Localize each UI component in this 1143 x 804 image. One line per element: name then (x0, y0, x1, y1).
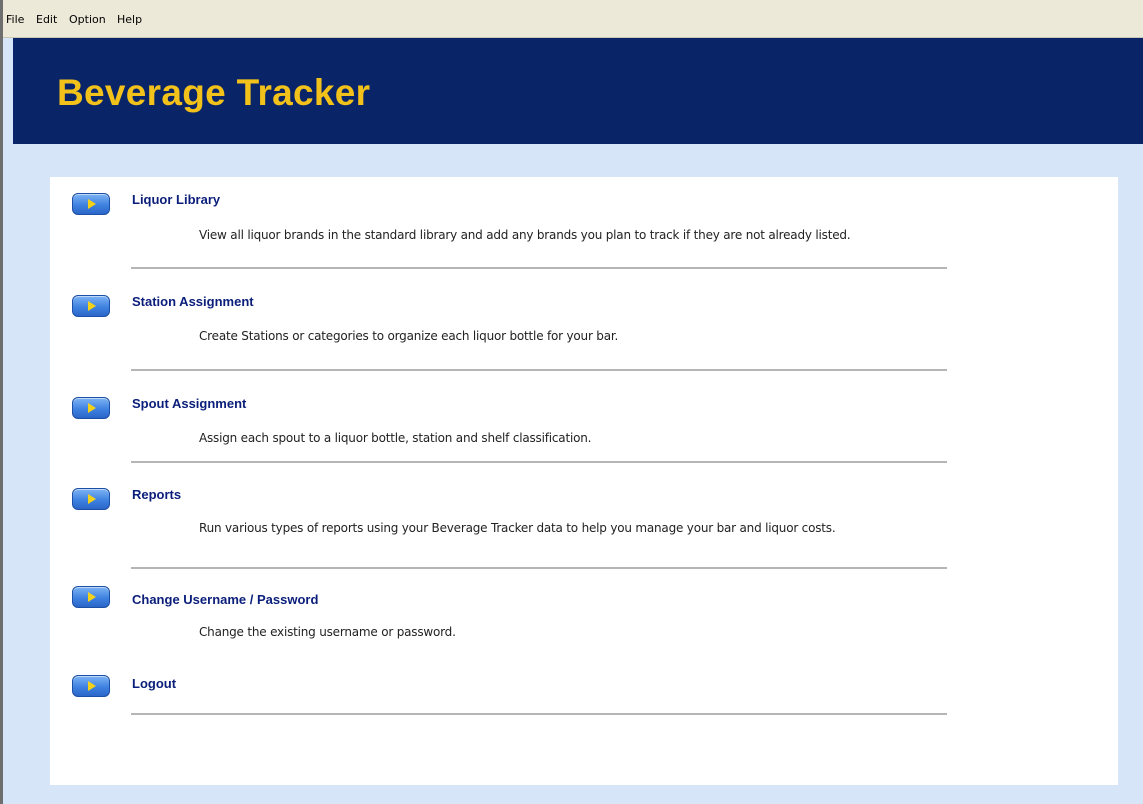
logout-button[interactable] (72, 675, 110, 697)
station-assignment-description: Create Stations or categories to organiz… (199, 329, 619, 343)
spout-assignment-description: Assign each spout to a liquor bottle, st… (199, 431, 592, 445)
logout-link[interactable]: Logout (132, 676, 176, 691)
station-assignment-button[interactable] (72, 295, 110, 317)
menu-help[interactable]: Help (117, 13, 142, 26)
menu-bar: File Edit Option Help (3, 0, 1143, 38)
change-credentials-link[interactable]: Change Username / Password (132, 592, 318, 607)
divider (131, 461, 947, 463)
play-arrow-icon (88, 592, 96, 602)
app-title: Beverage Tracker (57, 72, 371, 113)
station-assignment-link[interactable]: Station Assignment (132, 294, 254, 309)
menu-option[interactable]: Option (69, 13, 106, 26)
reports-link[interactable]: Reports (132, 487, 181, 502)
reports-button[interactable] (72, 488, 110, 510)
play-arrow-icon (88, 403, 96, 413)
app-window: File Edit Option Help Beverage Tracker L… (0, 0, 1143, 804)
menu-edit[interactable]: Edit (36, 13, 57, 26)
main-menu-panel: Liquor Library View all liquor brands in… (50, 177, 1118, 785)
play-arrow-icon (88, 681, 96, 691)
change-credentials-description: Change the existing username or password… (199, 625, 456, 639)
liquor-library-button[interactable] (72, 193, 110, 215)
liquor-library-link[interactable]: Liquor Library (132, 192, 220, 207)
play-arrow-icon (88, 301, 96, 311)
play-arrow-icon (88, 199, 96, 209)
menu-file[interactable]: File (6, 13, 24, 26)
liquor-library-description: View all liquor brands in the standard l… (199, 228, 851, 242)
play-arrow-icon (88, 494, 96, 504)
divider (131, 713, 947, 715)
app-header: Beverage Tracker (13, 38, 1143, 144)
divider (131, 567, 947, 569)
spout-assignment-button[interactable] (72, 397, 110, 419)
divider (131, 369, 947, 371)
divider (131, 267, 947, 269)
reports-description: Run various types of reports using your … (199, 521, 836, 535)
spout-assignment-link[interactable]: Spout Assignment (132, 396, 246, 411)
change-credentials-button[interactable] (72, 586, 110, 608)
